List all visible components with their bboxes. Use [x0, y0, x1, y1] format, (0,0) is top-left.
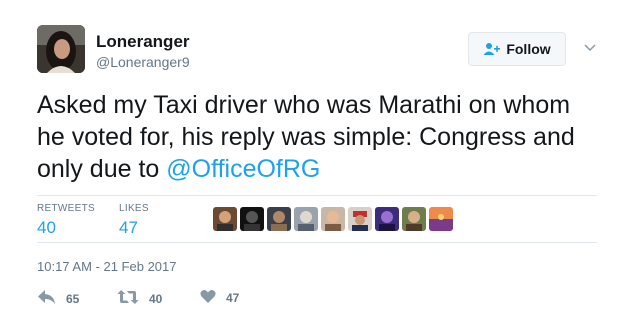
like-count: 47 [226, 291, 240, 305]
reply-icon [37, 289, 56, 308]
liker-avatar[interactable] [213, 207, 237, 231]
liker-avatar[interactable] [294, 207, 318, 231]
retweet-button[interactable]: 40 [117, 289, 162, 308]
heart-icon [200, 289, 216, 307]
liker-avatar[interactable] [267, 207, 291, 231]
follow-button[interactable]: Follow [468, 32, 566, 66]
liker-avatar[interactable] [375, 207, 399, 231]
timestamp[interactable]: 10:17 AM - 21 Feb 2017 [37, 259, 176, 274]
retweet-count: 40 [149, 291, 163, 306]
likes-count: 47 [119, 218, 138, 237]
retweets-count: 40 [37, 218, 56, 237]
liker-avatars [213, 207, 453, 231]
retweets-label: RETWEETS [37, 203, 95, 214]
mention-link[interactable]: @OfficeOfRG [166, 155, 320, 183]
avatar[interactable] [37, 25, 85, 73]
likes-label: LIKES [119, 203, 149, 214]
chevron-down-icon[interactable] [582, 40, 598, 56]
reply-button[interactable]: 65 [37, 289, 79, 308]
avatar-image [37, 25, 85, 73]
liker-avatar[interactable] [348, 207, 372, 231]
tweet-text: Asked my Taxi driver who was Marathi on … [37, 89, 597, 185]
retweet-icon [117, 289, 139, 308]
like-button[interactable]: 47 [200, 289, 239, 307]
divider-top [37, 195, 597, 196]
user-handle[interactable]: @Loneranger9 [96, 54, 190, 70]
likes-stat[interactable]: LIKES 47 [119, 203, 149, 238]
liker-avatar[interactable] [321, 207, 345, 231]
follow-user-icon [483, 42, 501, 56]
liker-avatar[interactable] [429, 207, 453, 231]
liker-avatar[interactable] [240, 207, 264, 231]
follow-label: Follow [506, 41, 551, 57]
user-name[interactable]: Loneranger [96, 32, 190, 52]
divider-bottom [37, 242, 597, 243]
liker-avatar[interactable] [402, 207, 426, 231]
retweets-stat[interactable]: RETWEETS 40 [37, 203, 95, 238]
reply-count: 65 [66, 291, 80, 306]
